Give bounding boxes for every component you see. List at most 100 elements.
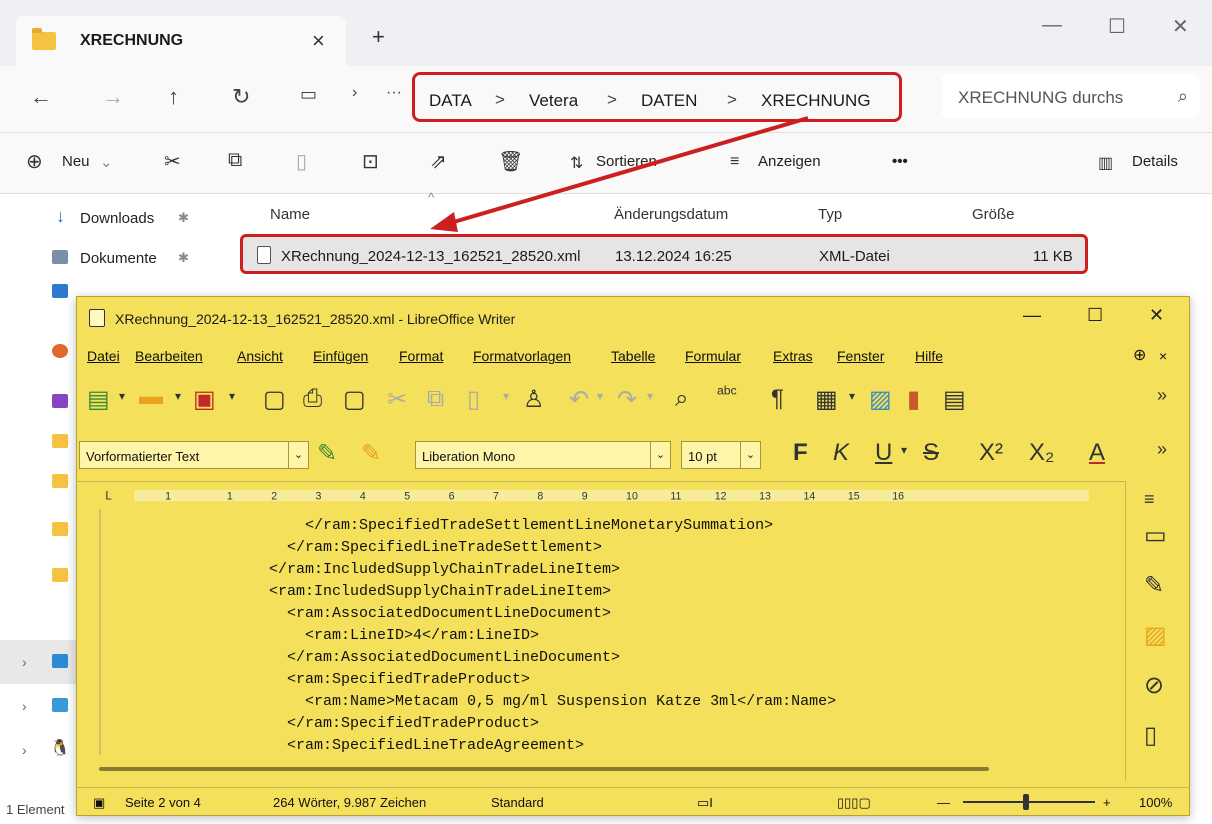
chevron-right-icon[interactable]: › bbox=[22, 698, 27, 714]
up-arrow-icon[interactable]: ↑ bbox=[168, 84, 179, 110]
back-arrow-icon[interactable]: ← bbox=[30, 84, 52, 110]
dropdown-icon[interactable]: ▾ bbox=[503, 389, 509, 403]
globe-icon[interactable]: ⊕ bbox=[1133, 345, 1146, 365]
minimize-button[interactable]: — bbox=[1023, 305, 1041, 326]
xml-line[interactable]: <ram:SpecifiedTradeProduct> bbox=[251, 671, 530, 688]
more-tools-icon[interactable]: » bbox=[1157, 439, 1167, 460]
spellcheck-icon[interactable]: ᵃᵇᶜ bbox=[717, 383, 737, 404]
new-document-icon[interactable]: ▤ bbox=[87, 385, 110, 414]
breadcrumb-data[interactable]: DATA bbox=[429, 91, 472, 111]
zoom-level[interactable]: 100% bbox=[1139, 795, 1172, 810]
insert-mode-icon[interactable]: ▭I bbox=[697, 795, 713, 811]
chevron-down-icon[interactable]: ⌄ bbox=[100, 153, 113, 171]
document-modified-icon[interactable]: ▣ bbox=[93, 795, 105, 811]
menu-fenster[interactable]: Fenster bbox=[837, 348, 884, 364]
chevron-down-icon[interactable]: ⌄ bbox=[650, 442, 670, 468]
bold-button[interactable]: F bbox=[793, 439, 808, 467]
minimize-button[interactable]: — bbox=[1042, 14, 1062, 37]
breadcrumb-xrechnung[interactable]: XRECHNUNG bbox=[761, 91, 871, 111]
navigator-icon[interactable]: ⊘ bbox=[1144, 671, 1164, 700]
page-count[interactable]: Seite 2 von 4 bbox=[125, 795, 201, 810]
properties-icon[interactable]: ▭ bbox=[1144, 521, 1167, 550]
file-row[interactable]: XRechnung_2024-12-13_162521_28520.xml 13… bbox=[240, 234, 1088, 274]
menu-format[interactable]: Format bbox=[399, 348, 443, 364]
chevron-right-icon[interactable]: › bbox=[22, 742, 27, 758]
sidebar-menu-icon[interactable]: ≡ bbox=[1144, 489, 1155, 510]
horizontal-ruler[interactable]: L 1 1 2 3 4 5 6 7 8 9 10 11 12 13 14 15 16 bbox=[77, 481, 1125, 509]
menu-extras[interactable]: Extras bbox=[773, 348, 813, 364]
sort-button[interactable]: Sortieren bbox=[596, 153, 657, 170]
maximize-button[interactable]: ☐ bbox=[1087, 305, 1103, 326]
dropdown-icon[interactable]: ▾ bbox=[119, 389, 125, 403]
horizontal-scrollbar[interactable] bbox=[99, 767, 989, 771]
menu-einfuegen[interactable]: Einfügen bbox=[313, 348, 368, 364]
paste-icon[interactable]: ▯ bbox=[296, 149, 307, 174]
superscript-icon[interactable]: X² bbox=[979, 439, 1003, 467]
details-button[interactable]: Details bbox=[1132, 153, 1178, 170]
underline-button[interactable]: U bbox=[875, 439, 892, 467]
column-name[interactable]: Name bbox=[270, 206, 310, 223]
xml-line[interactable]: </ram:SpecifiedLineTradeSettlement> bbox=[251, 539, 602, 556]
find-replace-icon[interactable]: ⌕ bbox=[675, 385, 688, 413]
path-chevron-icon[interactable]: › bbox=[352, 84, 357, 102]
view-layout-icons[interactable]: ▯▯▯▢ bbox=[837, 795, 871, 811]
rename-icon[interactable]: ⊡ bbox=[362, 149, 379, 174]
more-path-icon[interactable]: ··· bbox=[386, 84, 402, 102]
xml-line[interactable]: <ram:LineID>4</ram:LineID> bbox=[251, 627, 539, 644]
xml-line[interactable]: </ram:SpecifiedTradeSettlementLineMoneta… bbox=[251, 517, 773, 534]
zoom-slider[interactable] bbox=[963, 801, 1095, 803]
paragraph-style-select[interactable]: Vorformatierter Text ⌄ bbox=[79, 441, 309, 469]
menu-hilfe[interactable]: Hilfe bbox=[915, 348, 943, 364]
search-input[interactable]: XRECHNUNG durchs ⌕ bbox=[942, 74, 1200, 118]
dropdown-icon[interactable]: ▾ bbox=[901, 443, 907, 457]
export-pdf-icon[interactable]: ▢ bbox=[263, 385, 286, 414]
share-icon[interactable]: ⇗ bbox=[430, 149, 447, 174]
formatting-marks-icon[interactable]: ¶ bbox=[771, 385, 784, 413]
more-tools-icon[interactable]: » bbox=[1157, 385, 1167, 406]
new-button[interactable]: Neu bbox=[62, 153, 90, 170]
xml-line[interactable]: </ram:IncludedSupplyChainTradeLineItem> bbox=[251, 561, 620, 578]
paste-icon[interactable]: ▯ bbox=[467, 385, 480, 414]
print-preview-icon[interactable]: ▢ bbox=[343, 385, 366, 414]
font-size-select[interactable]: 10 pt ⌄ bbox=[681, 441, 761, 469]
close-window-button[interactable]: ✕ bbox=[1149, 305, 1164, 326]
close-window-button[interactable]: ✕ bbox=[1172, 14, 1189, 39]
chevron-down-icon[interactable]: ⌄ bbox=[288, 442, 308, 468]
menu-tabelle[interactable]: Tabelle bbox=[611, 348, 655, 364]
redo-icon[interactable]: ↷ bbox=[617, 385, 637, 414]
forward-arrow-icon[interactable]: → bbox=[102, 84, 124, 110]
cut-icon[interactable]: ✂ bbox=[387, 385, 407, 414]
tab-xrechnung[interactable]: XRECHNUNG × bbox=[16, 16, 346, 66]
gallery-icon[interactable]: ▨ bbox=[1144, 621, 1167, 650]
breadcrumb-separator[interactable]: > bbox=[607, 90, 617, 110]
breadcrumb-vetera[interactable]: Vetera bbox=[529, 91, 578, 111]
page-style[interactable]: Standard bbox=[491, 795, 544, 810]
insert-textbox-icon[interactable]: ▤ bbox=[943, 385, 966, 414]
close-tab-button[interactable]: × bbox=[312, 28, 325, 54]
save-icon[interactable]: ▣ bbox=[193, 385, 216, 414]
xml-line[interactable]: <ram:Name>Metacam 0,5 mg/ml Suspension K… bbox=[251, 693, 836, 710]
strikethrough-icon[interactable]: S bbox=[923, 439, 939, 467]
column-type[interactable]: Typ bbox=[818, 206, 842, 223]
xml-line[interactable]: <ram:IncludedSupplyChainTradeLineItem> bbox=[251, 583, 611, 600]
sidebar-item-dokumente[interactable]: Dokumente bbox=[80, 250, 157, 267]
dropdown-icon[interactable]: ▾ bbox=[849, 389, 855, 403]
styles-icon[interactable]: ✎ bbox=[1144, 571, 1164, 600]
document-area[interactable]: </ram:SpecifiedTradeSettlementLineMoneta… bbox=[99, 509, 1123, 755]
italic-button[interactable]: K bbox=[833, 439, 849, 467]
delete-icon[interactable]: 🗑 bbox=[498, 149, 523, 174]
word-count[interactable]: 264 Wörter, 9.987 Zeichen bbox=[273, 795, 426, 810]
details-icon[interactable]: ▥ bbox=[1098, 153, 1113, 173]
clear-formatting-icon[interactable]: A bbox=[1089, 439, 1105, 467]
new-tab-button[interactable]: + bbox=[372, 24, 385, 50]
computer-icon[interactable]: ▭ bbox=[300, 84, 317, 105]
breadcrumb-separator[interactable]: > bbox=[495, 90, 505, 110]
view-button[interactable]: Anzeigen bbox=[758, 153, 821, 170]
zoom-slider-handle[interactable] bbox=[1023, 794, 1029, 810]
menu-ansicht[interactable]: Ansicht bbox=[237, 348, 283, 364]
refresh-icon[interactable]: ↻ bbox=[232, 84, 250, 110]
clone-formatting-icon[interactable]: ♙ bbox=[523, 385, 545, 414]
close-document-icon[interactable]: × bbox=[1159, 348, 1167, 364]
print-icon[interactable]: ⎙ bbox=[303, 385, 322, 413]
menu-bearbeiten[interactable]: Bearbeiten bbox=[135, 348, 203, 364]
